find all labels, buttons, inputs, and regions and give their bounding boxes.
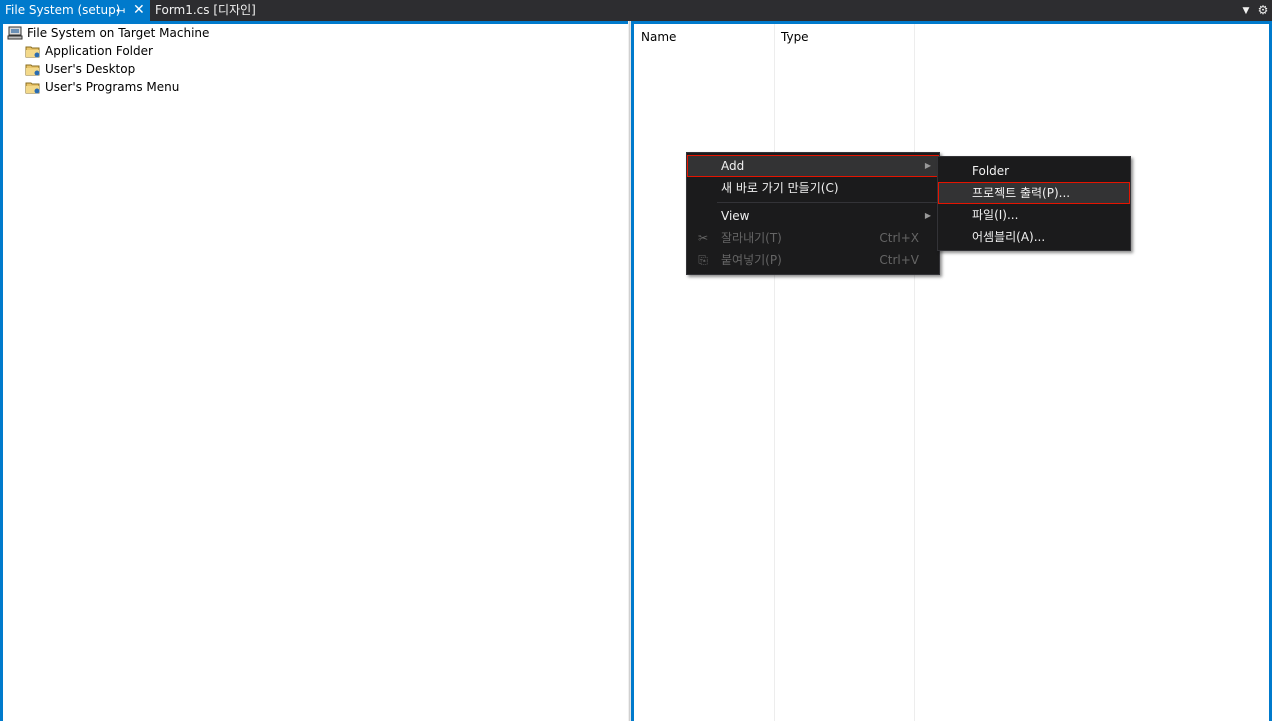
menu-item-label: 잘라내기(T) [721,231,782,245]
submenu-item-folder[interactable]: Folder [938,160,1130,182]
tab-label: Form1.cs [디자인] [155,3,256,17]
tab-form1-design[interactable]: Form1.cs [디자인] [151,0,261,21]
menu-item-label: View [721,209,750,223]
menu-item-label: 어셈블리(A)... [972,230,1046,244]
menu-item-label: 붙여넣기(P) [721,253,782,267]
menu-item-label: 파일(I)... [972,208,1019,222]
folder-icon [25,64,40,76]
pin-icon[interactable]: ↤ [116,0,125,21]
menu-item-cut[interactable]: ✂ 잘라내기(T) Ctrl+X [687,227,939,249]
tree-item-label: Application Folder [45,44,153,58]
tab-label: File System (setup) [5,3,121,17]
file-list-view[interactable]: Name Type [634,24,1269,721]
tree-item-label: User's Desktop [45,62,136,76]
menu-item-label: Add [721,159,745,173]
menu-item-add[interactable]: Add ▶ [687,155,939,177]
folder-icon [25,82,40,94]
tab-file-system-setup[interactable]: File System (setup) ↤ ✕ [0,0,150,21]
column-header-type[interactable]: Type [781,28,809,46]
submenu-item-file[interactable]: 파일(I)... [938,204,1130,226]
chevron-down-icon[interactable]: ▼ [1240,0,1252,21]
submenu-item-assembly[interactable]: 어셈블리(A)... [938,226,1130,248]
file-system-tree[interactable]: File System on Target Machine Applicatio… [3,24,628,721]
menu-item-shortcut: Ctrl+V [879,253,919,267]
paste-icon: ⎘ [698,253,708,267]
column-header-name[interactable]: Name [641,28,676,46]
menu-item-paste[interactable]: ⎘ 붙여넣기(P) Ctrl+V [687,249,939,271]
tree-root-label: File System on Target Machine [27,26,210,40]
gear-icon[interactable]: ⚙ [1256,0,1270,21]
submenu-arrow-icon: ▶ [924,161,931,170]
add-submenu: Folder 프로젝트 출력(P)... 파일(I)... 어셈블리(A)... [937,156,1131,251]
close-icon[interactable]: ✕ [133,0,145,21]
document-tab-bar: File System (setup) ↤ ✕ Form1.cs [디자인] ▼… [0,0,1272,21]
computer-icon [7,26,23,40]
menu-item-label: Folder [972,164,1010,178]
submenu-item-project-output[interactable]: 프로젝트 출력(P)... [938,182,1130,204]
submenu-arrow-icon: ▶ [924,211,931,220]
menu-item-shortcut: Ctrl+X [879,231,919,245]
column-divider[interactable] [914,24,915,721]
menu-item-label: 새 바로 가기 만들기(C) [721,181,839,195]
menu-item-create-shortcut[interactable]: 새 바로 가기 만들기(C) [687,177,939,199]
menu-item-label: 프로젝트 출력(P)... [972,186,1071,200]
cut-icon: ✂ [697,231,709,245]
menu-separator [717,202,937,203]
context-menu: Add ▶ 새 바로 가기 만들기(C) View ▶ ✂ 잘라내기(T) Ct… [686,152,940,275]
folder-icon [25,46,40,58]
column-divider[interactable] [774,24,775,721]
menu-item-view[interactable]: View ▶ [687,205,939,227]
tree-item-label: User's Programs Menu [45,80,180,94]
